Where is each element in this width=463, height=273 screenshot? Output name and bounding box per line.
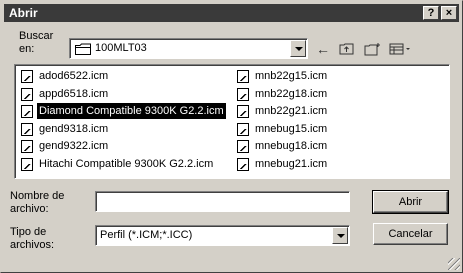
filetype-label: Tipo de archivos: <box>10 226 55 251</box>
file-name: Diamond Compatible 9300K G2.2.icm <box>37 103 226 120</box>
icm-file-icon <box>21 105 33 119</box>
filetype-value: Perfil (*.ICM;*.ICC) <box>100 229 193 241</box>
back-arrow-icon[interactable]: ← <box>314 40 332 58</box>
filename-input[interactable] <box>95 191 350 212</box>
icm-file-icon <box>237 87 249 101</box>
icm-file-icon <box>21 158 33 171</box>
file-name: mnebug18.icm <box>255 140 328 153</box>
icm-file-icon <box>237 140 249 154</box>
file-name: adod6522.icm <box>39 70 109 82</box>
open-button[interactable]: Abrir <box>372 190 449 214</box>
resize-grip[interactable] <box>448 258 460 270</box>
icm-file-icon <box>237 70 249 83</box>
lookin-label: Buscar en: <box>19 30 54 55</box>
up-folder-icon[interactable] <box>338 40 356 58</box>
lookin-value: 100MLT03 <box>95 42 147 54</box>
chevron-down-icon <box>337 234 345 238</box>
title-bar[interactable]: Abrir ? × <box>4 4 459 22</box>
icm-file-icon <box>237 105 249 119</box>
chevron-down-icon <box>295 47 303 51</box>
icm-file-icon <box>21 122 33 136</box>
file-name: mnebug15.icm <box>255 122 328 135</box>
file-list[interactable]: adod6522.icm appd6518.icm Diamond Compatib… <box>14 64 450 179</box>
lookin-dropdown-button[interactable] <box>290 40 306 57</box>
file-name: mnebug21.icm <box>255 158 328 170</box>
file-name: mnb22g21.icm <box>255 105 328 118</box>
filetype-dropdown[interactable]: Perfil (*.ICM;*.ICC) <box>95 225 350 246</box>
view-menu-icon[interactable] <box>388 40 414 58</box>
file-name: appd6518.icm <box>39 87 109 100</box>
file-name: mnb22g15.icm <box>255 70 328 82</box>
file-name: Hitachi Compatible 9300K G2.2.icm <box>39 158 214 170</box>
file-name: gend9322.icm <box>39 140 109 153</box>
icm-file-icon <box>237 158 249 171</box>
filename-label: Nombre de archivo: <box>10 190 65 215</box>
icm-file-icon <box>21 140 33 154</box>
close-button[interactable]: × <box>441 6 457 20</box>
filetype-dropdown-button[interactable] <box>332 227 348 244</box>
lookin-dropdown[interactable]: 100MLT03 <box>69 38 308 59</box>
icm-file-icon <box>21 87 33 101</box>
icm-file-icon <box>237 122 249 136</box>
file-name: gend9318.icm <box>39 122 109 135</box>
new-folder-icon[interactable] <box>363 40 383 58</box>
file-name: mnb22g18.icm <box>255 87 328 100</box>
dialog-title: Abrir <box>9 6 38 20</box>
icm-file-icon <box>21 70 33 83</box>
folder-icon <box>75 43 91 55</box>
help-button[interactable]: ? <box>423 6 439 20</box>
open-dialog: Abrir ? × Buscar en: 100MLT03 ← adod6522… <box>0 0 463 273</box>
cancel-button[interactable]: Cancelar <box>373 223 448 245</box>
